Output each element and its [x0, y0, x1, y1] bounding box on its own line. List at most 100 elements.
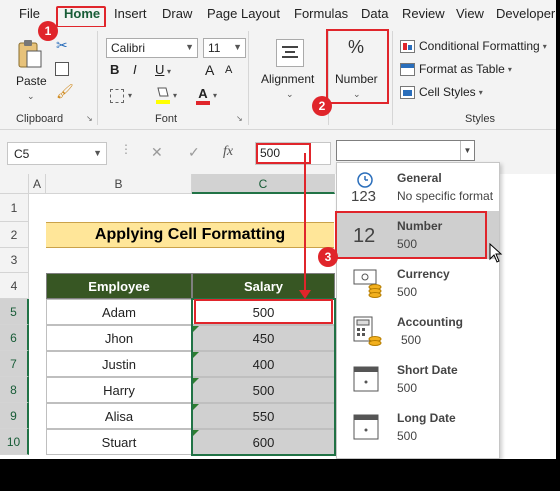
tab-page-layout[interactable]: Page Layout [207, 6, 280, 21]
excel-window: File Home Insert Draw Page Layout Formul… [0, 0, 556, 459]
tab-data[interactable]: Data [361, 6, 388, 21]
underline-dropdown-icon[interactable]: ▾ [167, 67, 171, 76]
clipboard-launcher-icon[interactable]: ↘ [86, 114, 93, 123]
employee-cell[interactable]: Jhon [46, 325, 192, 351]
tab-formulas[interactable]: Formulas [294, 6, 348, 21]
employee-cell[interactable]: Stuart [46, 429, 192, 455]
format-option-currency[interactable]: Currency 500 [337, 259, 499, 307]
employee-cell[interactable]: Alisa [46, 403, 192, 429]
step-callout-3: 3 [318, 247, 338, 267]
employee-cell[interactable]: Justin [46, 351, 192, 377]
font-name-value: Calibri [111, 41, 146, 55]
paste-icon[interactable] [17, 39, 43, 69]
select-all-corner[interactable] [0, 174, 29, 194]
formula-bar-grip-icon: ⋮ [120, 142, 132, 156]
format-option-sample: 500 [397, 429, 418, 443]
row-header-3[interactable]: 3 [0, 248, 29, 273]
name-box-value: C5 [14, 147, 30, 161]
alignment-dropdown-icon[interactable]: ⌄ [286, 89, 294, 100]
annotation-arrow [299, 153, 311, 299]
copy-icon[interactable] [55, 62, 69, 76]
format-option-short-date[interactable]: Short Date 500 [337, 355, 499, 403]
general-123-icon: 123 [351, 171, 383, 205]
cell-styles-icon [400, 85, 415, 99]
salary-cell[interactable]: 450 [192, 325, 335, 351]
format-option-long-date[interactable]: Long Date 500 [337, 403, 499, 451]
tab-view[interactable]: View [456, 6, 484, 21]
row-header-10[interactable]: 10 [0, 429, 29, 455]
bold-button[interactable]: B [110, 62, 119, 77]
step-callout-1: 1 [38, 21, 58, 41]
tab-developer[interactable]: Developer [496, 6, 555, 21]
tab-file[interactable]: File [19, 6, 40, 21]
paste-button[interactable]: Paste [16, 74, 47, 88]
alignment-button[interactable]: Alignment [261, 72, 314, 86]
cancel-icon[interactable]: ✕ [151, 144, 163, 161]
employee-cell[interactable]: Adam [46, 299, 192, 325]
column-header-a[interactable]: A [29, 174, 46, 194]
employee-cell[interactable]: Harry [46, 377, 192, 403]
row-header-1[interactable]: 1 [0, 194, 29, 222]
salary-value: 600 [252, 434, 275, 450]
group-separator [392, 31, 393, 125]
chevron-down-icon: ▼ [93, 148, 102, 158]
format-option-sample: 500 [397, 381, 418, 395]
format-option-name: Long Date [397, 411, 456, 425]
salary-cell[interactable]: 550 [192, 403, 335, 429]
font-size-combo[interactable]: 11 ▼ [203, 38, 246, 58]
font-color-dropdown-icon[interactable]: ▾ [213, 91, 217, 100]
grow-font-button[interactable]: A [205, 62, 214, 78]
error-indicator-icon [193, 430, 199, 436]
font-color-icon[interactable]: A [195, 85, 211, 105]
conditional-formatting-button[interactable]: Conditional Formatting ▾ [400, 39, 547, 53]
tab-draw[interactable]: Draw [162, 6, 192, 21]
shrink-font-button[interactable]: A [225, 64, 232, 76]
fill-color-icon[interactable] [155, 85, 171, 105]
insert-function-icon[interactable]: fx [223, 144, 233, 160]
font-group-label: Font [155, 113, 178, 125]
row-header-5[interactable]: 5 [0, 299, 29, 325]
row-header-8[interactable]: 8 [0, 377, 29, 403]
format-painter-icon[interactable]: 🖌 [56, 83, 74, 100]
error-indicator-icon [193, 404, 199, 410]
employee-header-cell[interactable]: Employee [46, 273, 192, 299]
row-header-4[interactable]: 4 [0, 273, 29, 299]
borders-icon[interactable] [110, 89, 124, 103]
short-date-icon [351, 363, 383, 395]
format-option-general[interactable]: 123 General No specific format [337, 163, 499, 211]
cut-icon[interactable]: ✂ [56, 37, 68, 54]
row-header-7[interactable]: 7 [0, 351, 29, 377]
format-option-sample: No specific format [397, 189, 494, 203]
clipboard-group-label: Clipboard [16, 113, 64, 125]
font-launcher-icon[interactable]: ↘ [236, 114, 243, 123]
number-format-combo[interactable]: ▼ [336, 140, 475, 161]
format-as-table-button[interactable]: Format as Table ▾ [400, 62, 512, 76]
long-date-icon [351, 411, 383, 443]
salary-value: 550 [252, 408, 275, 424]
salary-cell[interactable]: 500 [192, 377, 335, 403]
salary-cell[interactable]: 600 [192, 429, 335, 455]
column-header-b[interactable]: B [46, 174, 192, 194]
salary-cell[interactable]: 400 [192, 351, 335, 377]
error-indicator-icon [193, 352, 199, 358]
font-size-value: 11 [208, 41, 221, 55]
format-option-accounting[interactable]: Accounting 500 [337, 307, 499, 355]
styles-group-label: Styles [465, 113, 495, 125]
italic-button[interactable]: I [133, 62, 137, 77]
tab-review[interactable]: Review [402, 6, 445, 21]
cell-styles-button[interactable]: Cell Styles ▾ [400, 85, 483, 99]
fill-color-dropdown-icon[interactable]: ▾ [173, 91, 177, 100]
row-header-9[interactable]: 9 [0, 403, 29, 429]
row-header-6[interactable]: 6 [0, 325, 29, 351]
paste-dropdown-icon[interactable]: ⌄ [27, 91, 35, 102]
enter-icon[interactable]: ✓ [188, 144, 200, 161]
borders-dropdown-icon[interactable]: ▾ [128, 91, 132, 100]
format-option-name: Currency [397, 267, 450, 281]
underline-button[interactable]: U [155, 62, 164, 77]
alignment-icon [276, 39, 304, 67]
font-name-combo[interactable]: Calibri ▼ [106, 38, 198, 58]
tab-insert[interactable]: Insert [114, 6, 147, 21]
name-box[interactable]: C5 ▼ [7, 142, 107, 165]
chevron-down-icon[interactable]: ▼ [460, 141, 474, 160]
row-header-2[interactable]: 2 [0, 222, 29, 248]
